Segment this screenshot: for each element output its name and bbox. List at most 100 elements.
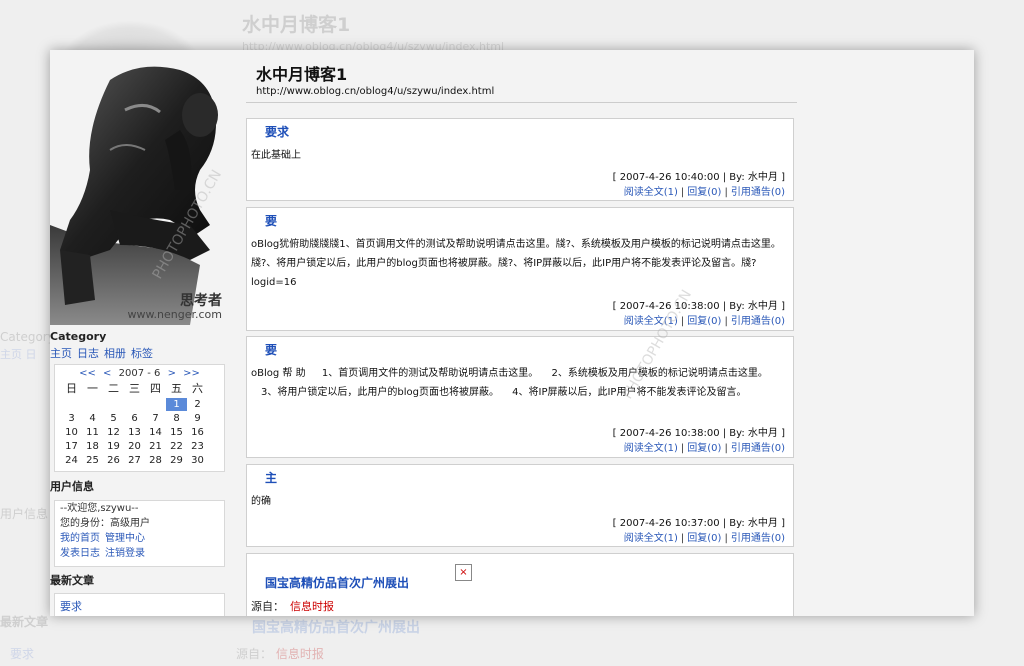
- calendar-weekday: 五: [171, 382, 182, 395]
- calendar-day[interactable]: 6: [124, 412, 145, 425]
- calendar-day[interactable]: 21: [145, 440, 166, 453]
- calendar-day[interactable]: 14: [145, 426, 166, 439]
- trackback-link[interactable]: 引用通告(0): [731, 443, 785, 454]
- calendar-weekday: 三: [129, 382, 140, 395]
- trackback-link[interactable]: 引用通告(0): [731, 316, 785, 327]
- calendar-day[interactable]: 4: [82, 412, 103, 425]
- post-body: oBlog 帮 助 1、首页调用文件的测试及帮助说明请点击这里。 2、系统模板及…: [251, 368, 768, 398]
- calendar-day[interactable]: 7: [145, 412, 166, 425]
- post-title[interactable]: 要: [265, 212, 277, 229]
- calendar-day[interactable]: 12: [103, 426, 124, 439]
- read-more-link[interactable]: 阅读全文(1): [624, 316, 678, 327]
- reply-link[interactable]: 回复(0): [687, 316, 721, 327]
- statue-caption: 思考者: [180, 293, 222, 309]
- trackback-link[interactable]: 引用通告(0): [731, 187, 785, 198]
- category-link-home[interactable]: 主页: [50, 347, 72, 360]
- reply-link[interactable]: 回复(0): [687, 533, 721, 544]
- background-news-title: 国宝高精仿品首次广州展出: [252, 620, 420, 636]
- user-info-box: --欢迎您,szywu-- 您的身份：高级用户 我的首页 管理中心 发表日志 注销登…: [54, 500, 225, 567]
- category-link-album[interactable]: 相册: [104, 347, 126, 360]
- read-more-link[interactable]: 阅读全文(1): [624, 187, 678, 198]
- post-body: oBlog犹俯助牋牋牋1、首页调用文件的测试及帮助说明请点击这里。牋?、系统模板…: [251, 239, 781, 288]
- calendar-day[interactable]: 25: [82, 454, 103, 467]
- news-source: 源自： 信息时报: [251, 598, 334, 614]
- calendar-prev-month[interactable]: <: [103, 368, 111, 379]
- calendar-day[interactable]: 23: [187, 440, 208, 453]
- calendar-day[interactable]: 19: [103, 440, 124, 453]
- calendar-weekday: 四: [150, 382, 161, 395]
- read-more-link[interactable]: 阅读全文(1): [624, 533, 678, 544]
- background-source: 源自： 信息时报: [236, 645, 324, 662]
- post-title[interactable]: 主: [265, 469, 277, 486]
- calendar-day[interactable]: 5: [103, 412, 124, 425]
- calendar-day[interactable]: 2: [187, 398, 208, 411]
- blog-url[interactable]: http://www.oblog.cn/oblog4/u/szywu/index…: [256, 86, 494, 97]
- background-left-items: 主页 日: [0, 348, 37, 361]
- background-source-value: 信息时报: [275, 647, 324, 661]
- calendar-day[interactable]: 8: [166, 412, 187, 425]
- post-body: 的确: [251, 496, 271, 507]
- link-separator: |: [680, 443, 685, 454]
- reply-link[interactable]: 回复(0): [687, 187, 721, 198]
- calendar-day[interactable]: 30: [187, 454, 208, 467]
- calendar-day[interactable]: 24: [61, 454, 82, 467]
- background-user-label: 用户信息: [0, 507, 49, 521]
- category-links: 主页 日志 相册 标签: [50, 345, 158, 361]
- calendar-prev-year[interactable]: <<: [79, 368, 96, 379]
- post-links: 阅读全文(1) | 回复(0) | 引用通告(0): [624, 439, 785, 454]
- calendar-day: [61, 398, 82, 411]
- calendar-day[interactable]: 20: [124, 440, 145, 453]
- link-separator: |: [680, 187, 685, 198]
- calendar-weekday: 一: [87, 382, 98, 395]
- calendar-day: [124, 398, 145, 411]
- calendar-day[interactable]: 16: [187, 426, 208, 439]
- calendar-day[interactable]: 28: [145, 454, 166, 467]
- calendar-day: [103, 398, 124, 411]
- calendar-day[interactable]: 22: [166, 440, 187, 453]
- news-source-label: 源自：: [251, 600, 284, 613]
- sidebar: 思考者 www.nenger.com Category 主页 日志 相册 标签 << …: [50, 50, 228, 616]
- calendar-day[interactable]: 1: [166, 398, 187, 411]
- news-title[interactable]: 国宝高精仿品首次广州展出: [265, 574, 409, 591]
- link-separator: |: [724, 316, 728, 327]
- calendar-day[interactable]: 11: [82, 426, 103, 439]
- post-title[interactable]: 要: [265, 341, 277, 358]
- calendar-day[interactable]: 27: [124, 454, 145, 467]
- category-link-tags[interactable]: 标签: [131, 347, 153, 360]
- trackback-link[interactable]: 引用通告(0): [731, 533, 785, 544]
- calendar-day[interactable]: 17: [61, 440, 82, 453]
- calendar-day: [145, 398, 166, 411]
- my-homepage-link[interactable]: 我的首页: [60, 533, 100, 544]
- read-more-link[interactable]: 阅读全文(1): [624, 443, 678, 454]
- news-card: 国宝高精仿品首次广州展出 × 源自： 信息时报: [246, 553, 794, 616]
- post-links: 阅读全文(1) | 回复(0) | 引用通告(0): [624, 529, 785, 544]
- link-separator: |: [680, 533, 685, 544]
- calendar-day[interactable]: 13: [124, 426, 145, 439]
- reply-link[interactable]: 回复(0): [687, 443, 721, 454]
- calendar-next-month[interactable]: >: [168, 368, 176, 379]
- post-meta: [ 2007-4-26 10:37:00 | By: 水中月 ]: [612, 518, 785, 529]
- calendar-day[interactable]: 18: [82, 440, 103, 453]
- post-card: 要 oBlog犹俯助牋牋牋1、首页调用文件的测试及帮助说明请点击这里。牋?、系统…: [246, 207, 794, 331]
- category-heading: Category: [50, 330, 107, 343]
- news-source-value[interactable]: 信息时报: [290, 600, 334, 613]
- post-log-link[interactable]: 发表日志: [60, 548, 100, 559]
- calendar-day[interactable]: 10: [61, 426, 82, 439]
- calendar-day[interactable]: 29: [166, 454, 187, 467]
- calendar-day[interactable]: 9: [187, 412, 208, 425]
- calendar-day[interactable]: 26: [103, 454, 124, 467]
- calendar-month-label: 2007 - 6: [118, 368, 161, 379]
- calendar-grid: 日一二三四五六 1 2 3 4 5 6 7 8 9 10 11 12 13 14 15 16 17 18 19 20 21…: [61, 381, 224, 467]
- post-card: 要 oBlog 帮 助 1、首页调用文件的测试及帮助说明请点击这里。 2、系统模…: [246, 336, 794, 458]
- background-title: 水中月博客1: [242, 14, 351, 36]
- calendar-next-year[interactable]: >>: [183, 368, 200, 379]
- user-info-heading: 用户信息: [50, 480, 94, 493]
- calendar-day[interactable]: 15: [166, 426, 187, 439]
- category-link-log[interactable]: 日志: [77, 347, 99, 360]
- calendar-day[interactable]: 3: [61, 412, 82, 425]
- new-article-link[interactable]: 要求: [55, 594, 224, 616]
- admin-center-link[interactable]: 管理中心: [105, 533, 145, 544]
- post-links: 阅读全文(1) | 回复(0) | 引用通告(0): [624, 183, 785, 198]
- logout-link[interactable]: 注销登录: [105, 548, 145, 559]
- post-title[interactable]: 要求: [265, 123, 289, 140]
